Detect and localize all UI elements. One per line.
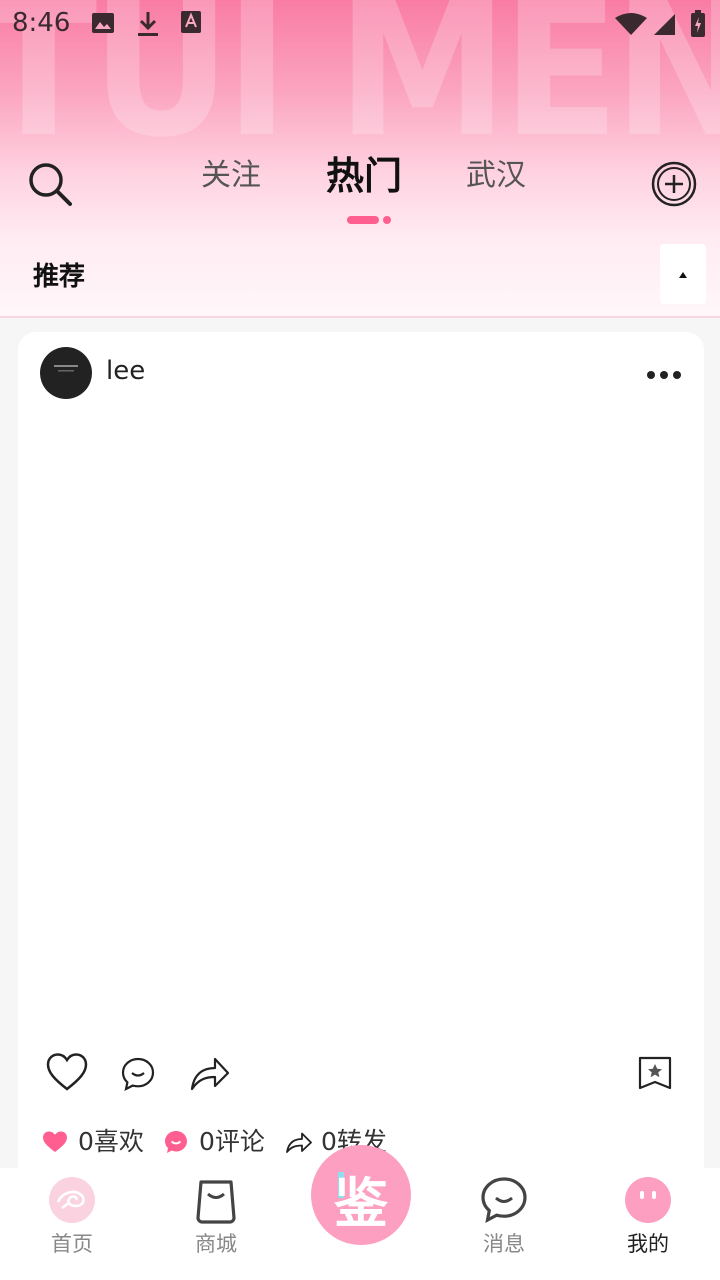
nav-item-messages[interactable]: 消息 — [432, 1168, 576, 1280]
app-notification-icon — [181, 11, 201, 33]
appraise-button[interactable]: 鉴 — [311, 1145, 411, 1245]
comment-count-icon — [165, 1131, 187, 1153]
status-time: 8:46 — [12, 8, 71, 38]
share-button-icon[interactable] — [190, 1056, 230, 1092]
add-post-icon[interactable] — [650, 160, 698, 208]
tab-follow[interactable]: 关注 — [201, 150, 261, 194]
like-button-icon[interactable] — [46, 1052, 88, 1094]
shopping-bag-icon — [196, 1180, 236, 1224]
header-divider — [0, 316, 720, 318]
tab-wuhan[interactable]: 武汉 — [466, 150, 526, 194]
wifi-icon — [615, 13, 647, 35]
more-options-icon[interactable] — [646, 370, 682, 380]
section-label-recommended: 推荐 — [33, 262, 86, 292]
post-card[interactable]: lee 0喜欢 0评论 0转发 — [18, 332, 704, 1192]
comment-button-icon[interactable] — [120, 1056, 156, 1092]
bookmark-button-icon[interactable] — [638, 1056, 672, 1090]
nav-label-messages: 消息 — [483, 1232, 525, 1256]
battery-icon — [691, 10, 705, 37]
avatar-image — [54, 365, 78, 372]
caret-up-icon — [679, 272, 687, 278]
download-notification-icon — [138, 12, 158, 36]
post-image-area[interactable] — [18, 412, 704, 1032]
active-tab-indicator — [347, 216, 379, 224]
status-bar: 8:46 — [0, 0, 720, 50]
post-username[interactable]: lee — [106, 356, 145, 386]
profile-face-icon — [625, 1177, 671, 1223]
nav-item-profile[interactable]: 我的 — [576, 1168, 720, 1280]
appraise-label: 鉴 — [334, 1172, 388, 1235]
nav-label-profile: 我的 — [627, 1232, 669, 1256]
active-tab-indicator-dot — [383, 216, 391, 224]
like-count-icon — [43, 1131, 67, 1152]
nav-item-home[interactable]: 首页 — [0, 1168, 144, 1280]
nav-item-mall[interactable]: 商城 — [144, 1168, 288, 1280]
nav-label-home: 首页 — [51, 1232, 93, 1256]
header: TUI MENG 8:46 关注 热门 武汉 — [0, 0, 720, 318]
gallery-notification-icon — [92, 13, 114, 33]
message-bubble-icon — [481, 1177, 527, 1223]
home-icon — [49, 1177, 95, 1223]
search-icon[interactable] — [26, 160, 74, 208]
comment-count: 0评论 — [199, 1127, 265, 1156]
signal-icon — [654, 14, 675, 35]
share-count-icon — [286, 1132, 312, 1153]
avatar[interactable] — [40, 347, 92, 399]
nav-label-mall: 商城 — [195, 1232, 237, 1256]
tab-hot[interactable]: 热门 — [326, 145, 402, 200]
like-count: 0喜欢 — [78, 1127, 144, 1156]
collapse-button[interactable] — [660, 244, 706, 304]
